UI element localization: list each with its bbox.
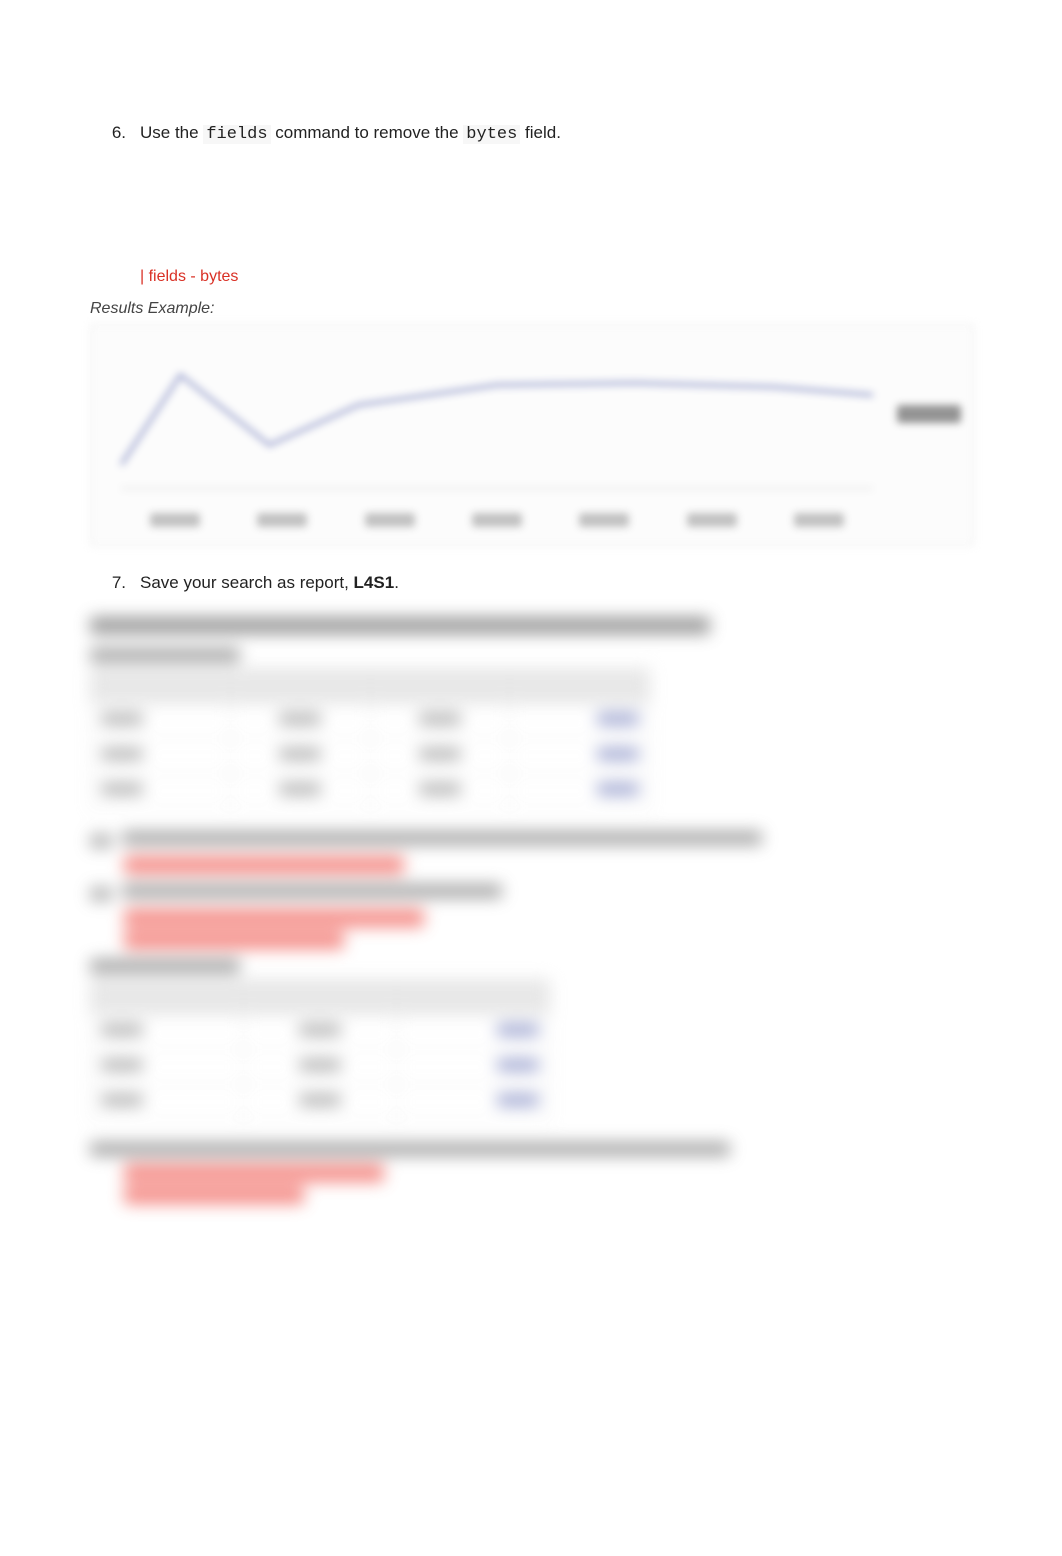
text-prefix: Use the [140,123,203,142]
blurred-table-1 [90,668,650,809]
chart-line-svg [121,345,873,485]
blurred-preview [90,617,972,1204]
text-suffix: field. [520,123,561,142]
chart-legend [897,405,961,423]
step-text: Save your search as report, L4S1. [140,570,972,596]
text-suffix: . [394,573,399,592]
text-middle: command to remove the [271,123,464,142]
text-prefix: Save your search as report, [140,573,354,592]
chart-x-labels [121,513,873,527]
report-name: L4S1 [354,573,395,592]
results-example-label: Results Example: [90,300,972,318]
results-chart [90,324,974,546]
step-text: Use the fields command to remove the byt… [140,120,972,148]
inline-code-bytes: bytes [463,125,520,144]
answer-text: | fields - bytes [140,268,972,286]
step-6: 6. Use the fields command to remove the … [90,120,972,148]
blurred-table-2 [90,979,550,1120]
step-number: 6. [90,120,140,146]
step-7: 7. Save your search as report, L4S1. [90,570,972,596]
inline-code-fields: fields [203,125,270,144]
step-number: 7. [90,570,140,596]
